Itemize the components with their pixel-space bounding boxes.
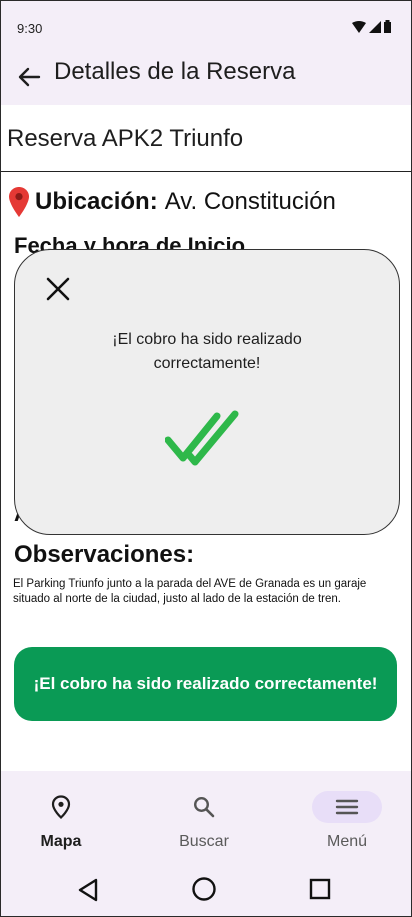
nav-label-search: Buscar xyxy=(179,833,229,850)
system-recents-icon[interactable] xyxy=(309,878,331,900)
nav-item-search[interactable]: Buscar xyxy=(149,783,259,853)
close-icon[interactable] xyxy=(45,276,71,302)
nav-icon-container xyxy=(26,791,96,823)
system-home-icon[interactable] xyxy=(191,876,217,902)
reservation-title: Reserva APK2 Triunfo xyxy=(7,125,244,152)
double-check-icon xyxy=(165,410,239,466)
location-row: Ubicación: Av. Constitución xyxy=(9,185,336,219)
search-icon xyxy=(193,796,215,818)
nav-item-menu[interactable]: Menú xyxy=(292,783,402,853)
back-arrow-icon[interactable] xyxy=(15,63,43,91)
menu-icon xyxy=(335,799,359,815)
reservation-title-box: Reserva APK2 Triunfo xyxy=(1,105,411,172)
system-back-icon[interactable] xyxy=(77,878,99,902)
system-navigation-bar xyxy=(1,863,411,916)
signal-icon xyxy=(369,20,381,33)
location-label: Ubicación: xyxy=(35,188,158,215)
app-bar: Detalles de la Reserva xyxy=(1,53,411,105)
charge-confirmation-button[interactable]: ¡El cobro ha sido realizado correctament… xyxy=(14,647,397,721)
nav-label-menu: Menú xyxy=(326,833,368,850)
status-bar: 9:30 xyxy=(1,1,411,53)
observations-heading: Observaciones: xyxy=(14,541,195,568)
status-icons xyxy=(352,20,391,33)
observations-text: El Parking Triunfo junto a la parada del… xyxy=(13,578,367,605)
page-title: Detalles de la Reserva xyxy=(54,58,296,85)
location-value: Av. Constitución xyxy=(164,188,336,215)
status-time: 9:30 xyxy=(17,21,43,36)
location-pin-icon xyxy=(51,795,71,819)
nav-item-map[interactable]: Mapa xyxy=(6,783,116,853)
map-pin-icon xyxy=(9,187,29,217)
battery-icon xyxy=(384,20,391,33)
bottom-navigation: Mapa Buscar Menú xyxy=(1,771,411,863)
nav-icon-container xyxy=(312,791,382,823)
dialog-message: ¡El cobro ha sido realizado correctament… xyxy=(112,331,302,372)
nav-icon-container xyxy=(169,791,239,823)
wifi-icon xyxy=(352,20,366,33)
payment-success-dialog: ¡El cobro ha sido realizado correctament… xyxy=(14,249,400,535)
app-frame: 9:30 Detalles de la Reserva Reserva APK2… xyxy=(0,0,412,917)
nav-label-map: Mapa xyxy=(40,833,82,850)
